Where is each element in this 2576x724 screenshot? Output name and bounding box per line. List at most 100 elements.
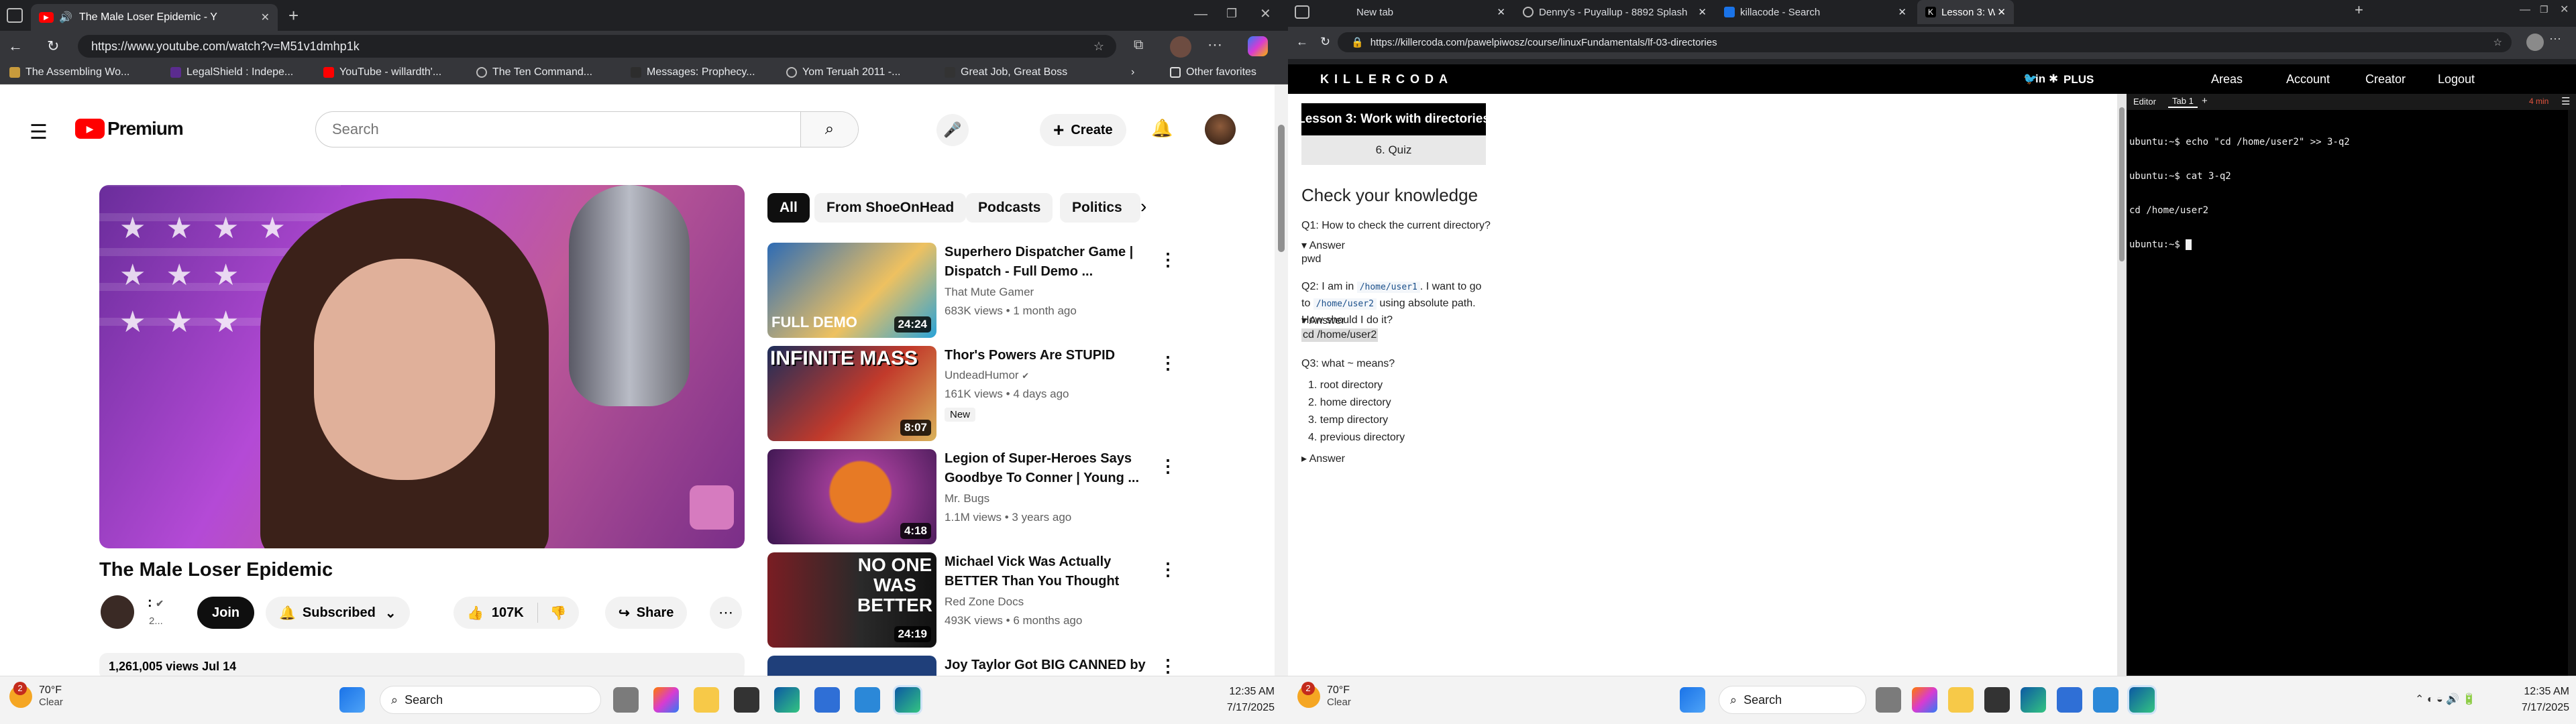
answer-toggle-1[interactable]: ▾ Answer bbox=[1301, 239, 1345, 252]
nav-areas[interactable]: Areas bbox=[2211, 72, 2243, 86]
minimize-icon[interactable]: — bbox=[1194, 7, 1208, 22]
tab-new-tab[interactable]: New tab ✕ bbox=[1315, 0, 1513, 24]
workspaces-icon[interactable] bbox=[7, 8, 23, 23]
kebab-menu-icon[interactable]: ⋮ bbox=[1159, 559, 1177, 580]
close-window-icon[interactable]: ✕ bbox=[1260, 5, 1271, 22]
tab-editor[interactable]: Editor bbox=[2133, 97, 2156, 107]
new-tab-icon[interactable]: + bbox=[288, 5, 299, 26]
scrollbar-thumb[interactable] bbox=[1278, 125, 1285, 252]
new-tab-icon[interactable]: + bbox=[2355, 1, 2363, 19]
menu-icon[interactable]: ☰ bbox=[2561, 95, 2570, 107]
recommendation-item[interactable]: NO ONE WAS BETTER 24:19 Michael Vick Was… bbox=[767, 552, 1210, 652]
tab-terminal-1[interactable]: Tab 1 bbox=[2168, 95, 2198, 108]
channel-avatar[interactable] bbox=[101, 595, 134, 629]
answer-toggle-2[interactable]: ▾ Answer bbox=[1301, 314, 1345, 327]
recommendation-item[interactable]: 4:18 Legion of Super-Heroes Says Goodbye… bbox=[767, 449, 1210, 548]
clock[interactable]: 12:35 AM 7/17/2025 bbox=[2496, 686, 2569, 714]
menu-icon[interactable]: ☰ bbox=[30, 121, 48, 144]
file-explorer-icon[interactable] bbox=[1948, 687, 1974, 713]
favorite-star-icon[interactable]: ☆ bbox=[2493, 36, 2502, 48]
favorite-star-icon[interactable]: ☆ bbox=[1093, 40, 1104, 54]
scrollbar[interactable] bbox=[1275, 84, 1288, 676]
store-icon[interactable] bbox=[2057, 687, 2082, 713]
url-field[interactable]: 🔒 https://killercoda.com/pawelpiwosz/cou… bbox=[1338, 32, 2512, 52]
slack-icon[interactable]: ✱ bbox=[2049, 72, 2058, 86]
nav-logout[interactable]: Logout bbox=[2438, 72, 2475, 86]
bookmark-item[interactable]: Yom Teruah 2011 -... bbox=[786, 66, 900, 78]
youtube-logo[interactable]: ▶ Premium bbox=[75, 118, 184, 139]
terminal-icon[interactable] bbox=[1984, 687, 2010, 713]
tab-dennys[interactable]: Denny's - Puyallup - 8892 Splash ✕ bbox=[1515, 0, 1715, 24]
task-view-icon[interactable] bbox=[1876, 687, 1901, 713]
clock[interactable]: 12:35 AM 7/17/2025 bbox=[1194, 686, 1275, 714]
copilot-icon[interactable] bbox=[653, 687, 679, 713]
more-actions-icon[interactable]: ⋯ bbox=[710, 597, 742, 629]
collections-icon[interactable]: ⧉ bbox=[1134, 38, 1143, 53]
minimize-icon[interactable]: — bbox=[2520, 4, 2530, 16]
start-windows-icon[interactable] bbox=[1680, 687, 1705, 713]
app-icon[interactable] bbox=[855, 687, 880, 713]
back-icon[interactable]: ← bbox=[8, 38, 23, 55]
task-view-icon[interactable] bbox=[613, 687, 639, 713]
refresh-icon[interactable]: ↻ bbox=[1320, 35, 1330, 49]
plus-link[interactable]: PLUS bbox=[2063, 73, 2094, 86]
copilot-icon[interactable] bbox=[1912, 687, 1937, 713]
taskbar-search[interactable]: ⌕ Search bbox=[380, 686, 601, 714]
channel-name[interactable]: : ✔ bbox=[148, 595, 164, 611]
close-tab-icon[interactable]: ✕ bbox=[1997, 6, 2006, 18]
killercoda-logo[interactable]: KILLERCODA bbox=[1320, 72, 1453, 86]
tab-youtube[interactable]: ▶ 🔊 The Male Loser Epidemic - Y ✕ bbox=[31, 4, 278, 31]
chevron-right-icon[interactable]: › bbox=[1140, 196, 1146, 217]
nav-creator[interactable]: Creator bbox=[2365, 72, 2406, 86]
recommendation-item[interactable]: FULL DEMO 24:24 Superhero Dispatcher Gam… bbox=[767, 243, 1210, 342]
share-button[interactable]: ↪ Share bbox=[605, 597, 688, 629]
restore-icon[interactable]: ❐ bbox=[2540, 4, 2548, 15]
kebab-menu-icon[interactable]: ⋮ bbox=[1159, 353, 1177, 373]
edge-active-icon[interactable] bbox=[2129, 687, 2155, 713]
panel-scrollbar[interactable] bbox=[2117, 94, 2127, 676]
microphone-icon[interactable]: 🎤 bbox=[936, 114, 969, 146]
file-explorer-icon[interactable] bbox=[694, 687, 719, 713]
bookmark-item[interactable]: The Assembling Wo... bbox=[9, 66, 129, 78]
panel-scrollbar-thumb[interactable] bbox=[2119, 107, 2125, 261]
start-windows-icon[interactable] bbox=[339, 687, 365, 713]
bookmark-item[interactable]: The Ten Command... bbox=[476, 66, 592, 78]
notifications-bell-icon[interactable]: 🔔 bbox=[1151, 118, 1173, 139]
chip-politics[interactable]: Politics bbox=[1060, 193, 1140, 223]
nav-account[interactable]: Account bbox=[2286, 72, 2330, 86]
workspaces-icon[interactable] bbox=[1295, 5, 1309, 19]
kebab-menu-icon[interactable]: ⋮ bbox=[1159, 249, 1177, 270]
system-tray-icons[interactable]: ⌃ ◐ ◒ 🔊 🔋 bbox=[2415, 692, 2475, 706]
url-field[interactable]: https://www.youtube.com/watch?v=M51v1dmh… bbox=[78, 35, 1116, 58]
close-window-icon[interactable]: ✕ bbox=[2560, 3, 2569, 16]
copilot-icon[interactable] bbox=[1248, 36, 1268, 56]
user-avatar[interactable] bbox=[1205, 114, 1236, 145]
video-player[interactable]: ★★★★ ★★★ ★★★★ bbox=[99, 185, 745, 548]
add-terminal-tab-button[interactable]: + bbox=[2202, 95, 2208, 107]
close-tab-icon[interactable]: ✕ bbox=[1898, 6, 1907, 18]
other-favorites[interactable]: Other favorites bbox=[1170, 66, 1256, 78]
edge-active-icon[interactable] bbox=[895, 687, 920, 713]
terminal-scrollbar[interactable] bbox=[2568, 110, 2576, 676]
refresh-icon[interactable]: ↻ bbox=[47, 38, 59, 55]
search-icon[interactable]: ⌕ bbox=[800, 112, 858, 147]
answer-toggle-3[interactable]: ▸ Answer bbox=[1301, 452, 1345, 465]
chip-all[interactable]: All bbox=[767, 193, 810, 223]
profile-avatar[interactable] bbox=[2526, 34, 2544, 51]
join-button[interactable]: Join bbox=[197, 597, 255, 629]
linkedin-icon[interactable]: in bbox=[2035, 72, 2045, 86]
more-icon[interactable]: ⋯ bbox=[1208, 36, 1222, 54]
tab-search[interactable]: killacode - Search ✕ bbox=[1716, 0, 1915, 24]
bookmarks-overflow-icon[interactable]: › bbox=[1131, 66, 1134, 78]
like-button[interactable]: 👍 107K bbox=[453, 603, 538, 623]
create-button[interactable]: + Create bbox=[1040, 114, 1126, 146]
bookmark-item[interactable]: Messages: Prophecy... bbox=[631, 66, 755, 78]
back-icon[interactable]: ← bbox=[1296, 35, 1308, 49]
chip-from-channel[interactable]: From ShoeOnHead bbox=[814, 193, 967, 223]
bookmark-item[interactable]: Great Job, Great Boss bbox=[945, 66, 1067, 78]
subscribed-button[interactable]: 🔔 Subscribed ⌄ bbox=[266, 597, 410, 629]
close-tab-icon[interactable]: ✕ bbox=[261, 11, 270, 24]
store-icon[interactable] bbox=[814, 687, 840, 713]
search-input[interactable] bbox=[332, 121, 788, 138]
terminal-icon[interactable] bbox=[734, 687, 759, 713]
